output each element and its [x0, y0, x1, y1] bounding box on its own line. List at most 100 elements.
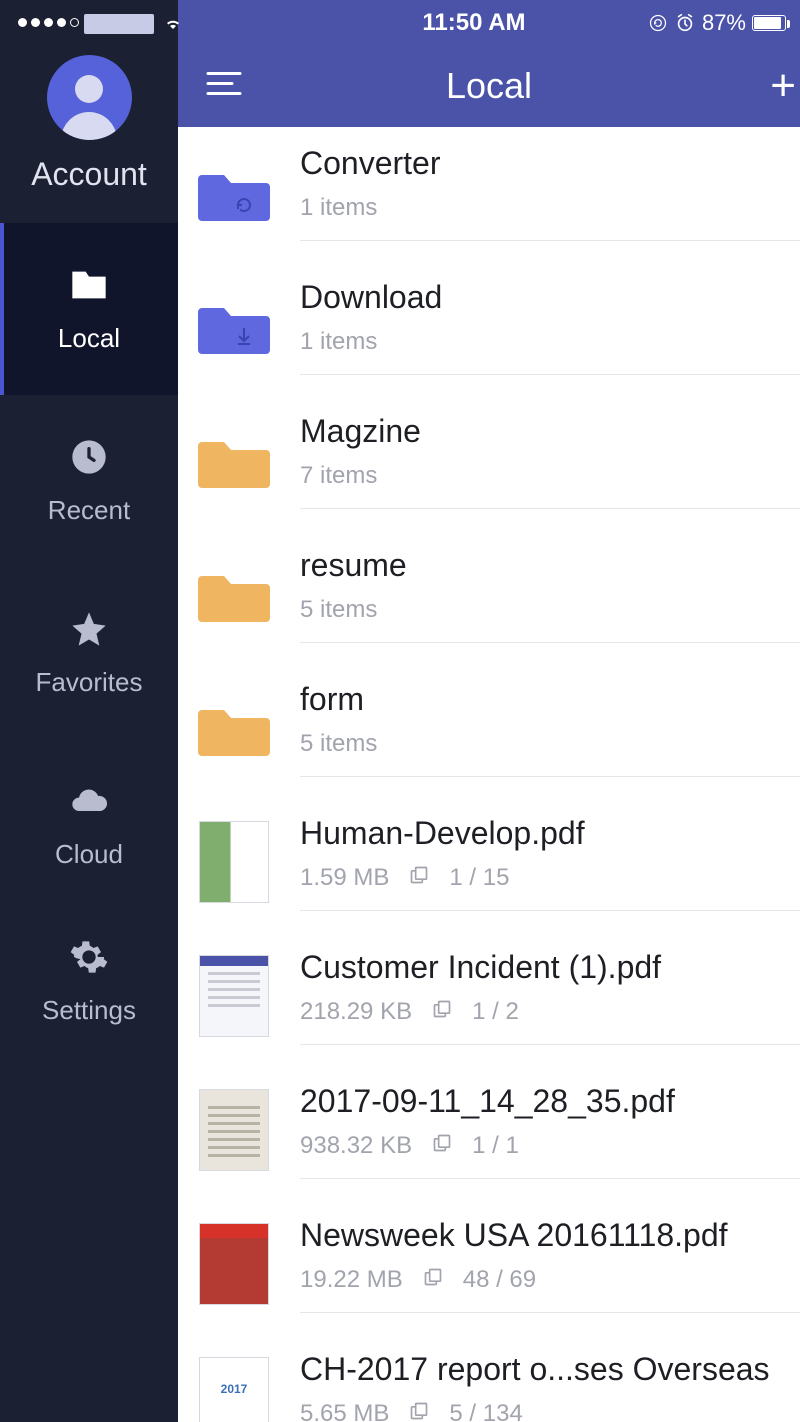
avatar-icon	[47, 55, 132, 140]
folder-icon	[69, 265, 109, 305]
file-list[interactable]: Converter 1 items Download 1 items Magzine 7 …	[178, 127, 800, 1422]
file-row[interactable]: Human-Develop.pdf 1.59 MB 1 / 15	[178, 795, 800, 929]
sidebar-item-local[interactable]: Local	[0, 223, 178, 395]
pdf-thumbnail	[199, 821, 269, 903]
folder-row[interactable]: Download 1 items	[178, 259, 800, 393]
page-count: 5 / 134	[449, 1400, 522, 1422]
orientation-lock-icon	[648, 13, 668, 33]
sidebar-item-favorites[interactable]: Favorites	[0, 567, 178, 739]
row-body: Converter 1 items	[300, 145, 800, 241]
signal-dots-icon	[18, 18, 79, 27]
alarm-icon	[674, 12, 696, 34]
row-subtitle: 5 items	[300, 596, 800, 624]
row-body: Human-Develop.pdf 1.59 MB 1 / 15	[300, 813, 800, 911]
row-body: CH-2017 report o...ses Overseas 5.65 MB 5 …	[300, 1349, 800, 1422]
page-count: 1 / 2	[472, 998, 519, 1026]
plus-icon: +	[770, 61, 796, 110]
pdf-thumbnail: 2017	[196, 1355, 272, 1422]
pdf-thumbnail	[199, 955, 269, 1037]
row-subtitle: 5.65 MB 5 / 134	[300, 1400, 800, 1422]
file-size: 1.59 MB	[300, 864, 389, 892]
folder-row[interactable]: form 5 items	[178, 661, 800, 795]
battery-icon	[752, 15, 786, 31]
sidebar-nav: Local Recent Favorites Cloud	[0, 223, 178, 1422]
row-subtitle: 218.29 KB 1 / 2	[300, 998, 800, 1026]
row-body: Download 1 items	[300, 277, 800, 375]
topbar: Local +	[178, 45, 800, 127]
carrier-label	[84, 14, 154, 34]
pdf-thumbnail	[196, 1221, 272, 1307]
pdf-thumbnail	[196, 819, 272, 905]
file-size: 5.65 MB	[300, 1400, 389, 1422]
sidebar: Account Local Recent Favorite	[0, 0, 178, 1422]
folder-download-icon	[196, 293, 272, 359]
row-body: form 5 items	[300, 679, 800, 777]
battery-percent: 87%	[702, 10, 746, 36]
item-count: 5 items	[300, 596, 377, 624]
item-count: 1 items	[300, 194, 377, 222]
wifi-icon	[162, 14, 184, 32]
cloud-icon	[69, 781, 109, 821]
clock-icon	[69, 437, 109, 477]
row-title: Download	[300, 279, 800, 316]
file-row[interactable]: Customer Incident (1).pdf 218.29 KB 1 / 2	[178, 929, 800, 1063]
file-row[interactable]: Newsweek USA 20161118.pdf 19.22 MB 48 / 69	[178, 1197, 800, 1331]
row-title: form	[300, 681, 800, 718]
pdf-thumbnail	[196, 953, 272, 1039]
file-size: 218.29 KB	[300, 998, 412, 1026]
sidebar-item-recent[interactable]: Recent	[0, 395, 178, 567]
folder-icon	[196, 561, 272, 627]
row-subtitle: 1 items	[300, 328, 800, 356]
star-icon	[69, 609, 109, 649]
row-body: Newsweek USA 20161118.pdf 19.22 MB 48 / 69	[300, 1215, 800, 1313]
statusbar: 11:50 AM 87%	[178, 0, 800, 45]
file-row[interactable]: 2017 CH-2017 report o...ses Overseas 5.65 …	[178, 1331, 800, 1422]
account-button[interactable]: Account	[0, 45, 178, 223]
row-body: Magzine 7 items	[300, 411, 800, 509]
add-button[interactable]: +	[770, 64, 796, 108]
row-body: resume 5 items	[300, 545, 800, 643]
item-count: 1 items	[300, 328, 377, 356]
row-title: CH-2017 report o...ses Overseas	[300, 1351, 800, 1388]
pdf-thumbnail: 2017	[199, 1357, 269, 1422]
row-title: Newsweek USA 20161118.pdf	[300, 1217, 800, 1254]
sidebar-item-label: Favorites	[36, 667, 143, 698]
sidebar-item-label: Local	[58, 323, 120, 354]
row-title: Magzine	[300, 413, 800, 450]
pages-icon	[409, 1400, 429, 1422]
sidebar-item-label: Settings	[42, 995, 136, 1026]
row-subtitle: 5 items	[300, 730, 800, 758]
pages-icon	[423, 1266, 443, 1294]
file-size: 19.22 MB	[300, 1266, 403, 1294]
status-time: 11:50 AM	[422, 9, 525, 37]
file-size: 938.32 KB	[300, 1132, 412, 1160]
sidebar-item-settings[interactable]: Settings	[0, 911, 178, 1051]
row-title: Customer Incident (1).pdf	[300, 949, 800, 986]
sidebar-item-label: Cloud	[55, 839, 123, 870]
folder-row[interactable]: Converter 1 items	[178, 127, 800, 259]
pages-icon	[432, 998, 452, 1026]
folder-icon	[196, 427, 272, 493]
menu-button[interactable]	[204, 68, 244, 105]
folder-row[interactable]: Magzine 7 items	[178, 393, 800, 527]
pages-icon	[432, 1132, 452, 1160]
row-title: resume	[300, 547, 800, 584]
sidebar-item-label: Recent	[48, 495, 130, 526]
page-title: Local	[446, 65, 532, 107]
row-body: Customer Incident (1).pdf 218.29 KB 1 / 2	[300, 947, 800, 1045]
page-count: 48 / 69	[463, 1266, 536, 1294]
gear-icon	[69, 937, 109, 977]
row-subtitle: 19.22 MB 48 / 69	[300, 1266, 800, 1294]
row-subtitle: 7 items	[300, 462, 800, 490]
page-count: 1 / 15	[449, 864, 509, 892]
row-subtitle: 938.32 KB1 / 1	[300, 1132, 800, 1160]
pdf-thumbnail	[199, 1223, 269, 1305]
row-subtitle: 1.59 MB 1 / 15	[300, 864, 800, 892]
folder-row[interactable]: resume 5 items	[178, 527, 800, 661]
sidebar-item-cloud[interactable]: Cloud	[0, 739, 178, 911]
file-row[interactable]: 2017-09-11_14_28_35.pdf 938.32 KB1 / 1	[178, 1063, 800, 1197]
row-title: Converter	[300, 145, 800, 182]
item-count: 7 items	[300, 462, 377, 490]
row-title: 2017-09-11_14_28_35.pdf	[300, 1083, 800, 1120]
row-title: Human-Develop.pdf	[300, 815, 800, 852]
